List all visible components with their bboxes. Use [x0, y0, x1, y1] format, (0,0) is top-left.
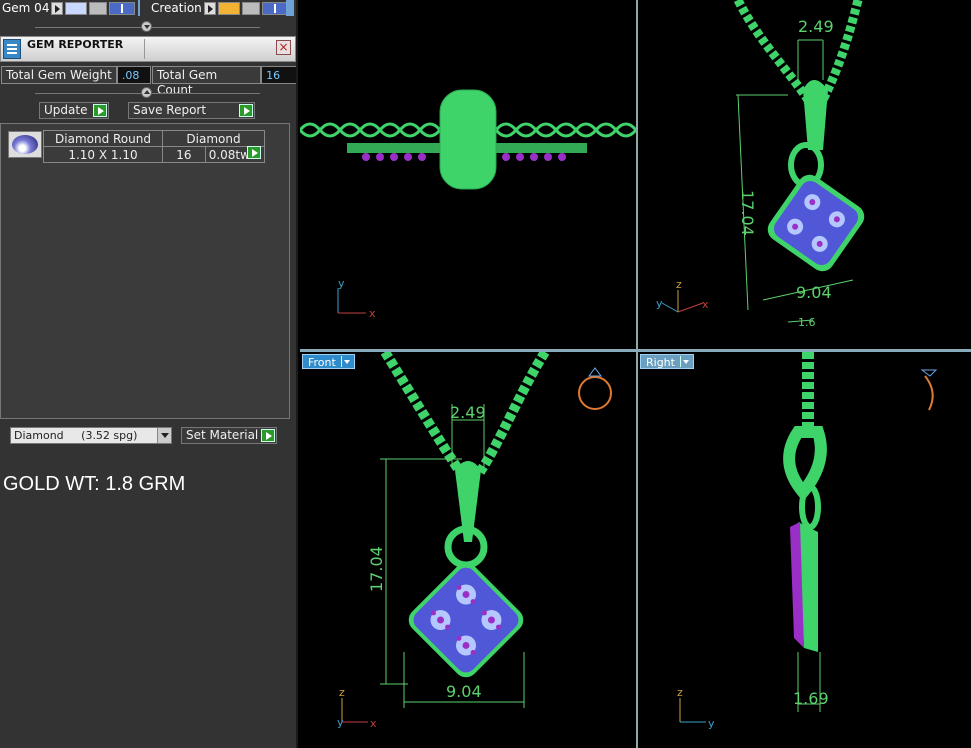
gem-shape-cell: Diamond Round [43, 130, 163, 147]
axis-x-label: x [370, 717, 377, 730]
creation-color-slot[interactable] [217, 1, 240, 15]
right-view-label[interactable]: Right [640, 354, 694, 369]
total-weight-label: Total Gem Weight [1, 66, 117, 84]
creation-play-icon[interactable] [203, 1, 216, 15]
panel-title: GEM REPORTER [27, 38, 124, 51]
perspective-viewport[interactable]: 2.49 17.04 9.04 1.6 z x y [638, 0, 971, 349]
save-report-button[interactable]: Save Report [128, 102, 255, 119]
top-view-canvas: y x [300, 89, 636, 320]
pendant-head-shape [408, 562, 524, 678]
chain-right-shape [475, 352, 550, 475]
axis-gizmo [341, 698, 368, 723]
creation-toggle-button[interactable] [261, 1, 288, 15]
total-weight-value: .08 [116, 66, 151, 84]
gem-size-cell: 1.10 X 1.10 [43, 146, 163, 163]
axis-z-label: z [676, 278, 682, 291]
width-dim: 9.04 [796, 283, 832, 302]
front-view-canvas: 2.49 17.04 9.04 z x y [337, 352, 612, 730]
axis-y-label: y [708, 717, 715, 730]
front-viewport[interactable]: 2.49 17.04 9.04 z x y Front [300, 352, 636, 748]
height-dim: 17.04 [367, 546, 386, 592]
jump-ring-shape [799, 484, 821, 530]
pendant-head-shape [767, 174, 865, 272]
material-dropdown-value: Diamond (3.52 spg) [14, 429, 138, 442]
gem-toggle-button[interactable] [109, 1, 136, 15]
height-dim: 17.04 [738, 190, 757, 236]
bail-shape [783, 426, 827, 502]
creation-toolbar: Creation [151, 0, 288, 16]
front-view-label[interactable]: Front [302, 354, 355, 369]
right-view-canvas: 1.69 z y [677, 352, 938, 730]
axis-x-label: x [369, 307, 376, 320]
chain-left-shape [380, 352, 465, 475]
right-viewport[interactable]: 1.69 z y Right [638, 352, 971, 748]
total-weight-row: Total Gem Weight .08 [1, 66, 151, 84]
top-viewport[interactable]: y x [300, 0, 636, 349]
right-view-label-text: Right [646, 356, 675, 369]
creation-lock-icon[interactable] [241, 1, 260, 15]
gem-play-icon[interactable] [51, 1, 64, 15]
perspective-view-canvas: 2.49 17.04 9.04 1.6 z x y [656, 0, 865, 329]
gem-name-label: Gem 04 [2, 1, 50, 15]
collapse-up-icon[interactable] [141, 87, 152, 98]
total-count-row: Total Gem Count 16 [152, 66, 297, 97]
set-material-label: Set Material [186, 428, 259, 442]
title-separator [144, 39, 145, 59]
collapse-down-icon[interactable] [141, 21, 152, 32]
close-button[interactable]: × [276, 40, 291, 55]
toolbar-scroll-handle[interactable] [286, 0, 294, 16]
front-view-label-text: Front [308, 356, 336, 369]
axis-y-label: y [656, 297, 663, 310]
save-report-label: Save Report [133, 103, 207, 117]
update-go-icon[interactable] [93, 104, 107, 117]
gem-material-cell: Diamond [162, 130, 265, 147]
chevron-down-icon[interactable] [157, 428, 171, 443]
set-material-button[interactable]: Set Material [181, 427, 277, 444]
chevron-down-icon[interactable] [679, 356, 691, 367]
gold-weight-text: GOLD WT: 1.8 GRM [3, 473, 186, 495]
report-icon [3, 39, 21, 59]
depth-dim: 1.69 [793, 689, 829, 708]
gem-reporter-panel: Gem 04 Creation GEM REPORTER × Total Gem… [0, 0, 298, 748]
axis-z-label: z [339, 686, 345, 699]
gem-list[interactable]: Diamond Round Diamond 1.10 X 1.10 16 0.0… [0, 123, 290, 419]
width-dim: 9.04 [446, 682, 482, 701]
chain-right-shape [818, 0, 863, 103]
bail-shape [439, 89, 497, 190]
bail-shape [803, 80, 828, 150]
axis-x-label: x [702, 298, 709, 311]
ring-side-icon [920, 369, 938, 411]
gem-toolbar: Gem 04 [2, 0, 136, 16]
axis-z-label: z [677, 686, 683, 699]
diamond-round-icon [8, 131, 42, 158]
depth-dim: 1.6 [798, 316, 816, 329]
toolbar-divider [138, 0, 140, 16]
axis-y-label: y [338, 277, 345, 290]
creation-label: Creation [151, 1, 202, 15]
axis-y-label: y [337, 716, 344, 729]
axis-gizmo [661, 290, 704, 313]
total-count-value: 16 [261, 66, 297, 84]
axis-gizmo [337, 288, 366, 314]
gem-row-go-icon[interactable] [247, 146, 261, 159]
material-dropdown[interactable]: Diamond (3.52 spg) [10, 427, 172, 444]
bail-width-dim: 2.49 [798, 17, 834, 36]
save-report-go-icon[interactable] [239, 104, 253, 117]
panel-splitter[interactable] [296, 0, 298, 748]
set-material-go-icon[interactable] [261, 429, 275, 442]
chevron-down-icon[interactable] [340, 356, 352, 367]
gem-row-table[interactable]: Diamond Round Diamond 1.10 X 1.10 16 0.0… [43, 130, 266, 163]
ring-orientation-icon [578, 367, 612, 410]
gem-count-cell: 16 [162, 146, 206, 163]
gem-lock-icon[interactable] [89, 1, 108, 15]
axis-gizmo [679, 698, 706, 723]
update-label: Update [44, 103, 88, 117]
gem-color-slot[interactable] [65, 1, 88, 15]
update-button[interactable]: Update [39, 102, 109, 119]
bail-width-dim: 2.49 [450, 403, 486, 422]
total-count-label: Total Gem Count [152, 66, 262, 97]
gem-reporter-titlebar: GEM REPORTER × [0, 36, 296, 62]
